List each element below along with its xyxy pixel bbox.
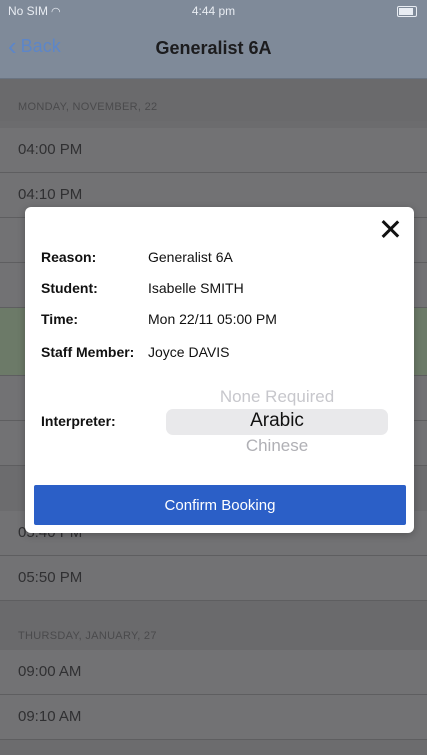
detail-staff-member: Staff Member: Joyce DAVIS (41, 344, 229, 360)
picker-option[interactable]: None Required (165, 387, 389, 407)
confirm-booking-button[interactable]: Confirm Booking (34, 485, 406, 525)
detail-label: Time: (41, 311, 79, 327)
interpreter-label: Interpreter: (41, 413, 148, 429)
time-slot-label: 04:10 PM (18, 186, 83, 203)
detail-student: Student: Isabelle SMITH (41, 280, 244, 296)
time-slot-row[interactable]: 05:50 PM (0, 556, 427, 601)
picker-option-selected[interactable]: Arabic (165, 410, 389, 432)
booking-dialog: Reason: Generalist 6A Student: Isabelle SM… (25, 207, 414, 533)
section-header: THURSDAY, JANUARY, 27 (0, 601, 427, 650)
detail-value: Isabelle SMITH (148, 280, 244, 296)
page-title: Generalist 6A (155, 38, 272, 58)
detail-value: Mon 22/11 05:00 PM (148, 311, 277, 327)
detail-value: Generalist 6A (148, 249, 233, 265)
section-header: MONDAY, NOVEMBER, 22 (0, 79, 427, 121)
section-header-text: MONDAY, NOVEMBER, 22 (18, 101, 158, 113)
time-slot-label: 05:50 PM (18, 569, 83, 586)
picker-option[interactable]: Chinese (165, 436, 389, 456)
close-icon[interactable] (378, 217, 402, 241)
detail-label: Reason: (41, 249, 97, 265)
time-slot-label: 09:10 AM (18, 708, 82, 725)
time-slot-row[interactable]: 04:00 PM (0, 128, 427, 173)
interpreter-picker[interactable]: None Required Arabic Chinese (165, 383, 389, 465)
detail-label: Student: (41, 280, 98, 296)
detail-label: Interpreter: (41, 413, 116, 429)
detail-value: Joyce DAVIS (148, 344, 230, 360)
status-bar: No SIM ◠ 4:44 pm (0, 0, 427, 22)
battery-icon (397, 6, 417, 17)
time-slot-label: 09:00 AM (18, 663, 82, 680)
time-slot-row[interactable]: 09:00 AM (0, 650, 427, 695)
detail-label: Staff Member: (41, 344, 135, 360)
time-slot-row[interactable]: 09:10 AM (0, 695, 427, 740)
section-header-text: THURSDAY, JANUARY, 27 (18, 630, 157, 642)
detail-reason: Reason: Generalist 6A (41, 249, 233, 265)
detail-time: Time: Mon 22/11 05:00 PM (41, 311, 277, 327)
navigation-bar: ‹ Back Generalist 6A (0, 22, 427, 79)
clock: 4:44 pm (191, 4, 236, 18)
time-slot-label: 04:00 PM (18, 141, 83, 158)
